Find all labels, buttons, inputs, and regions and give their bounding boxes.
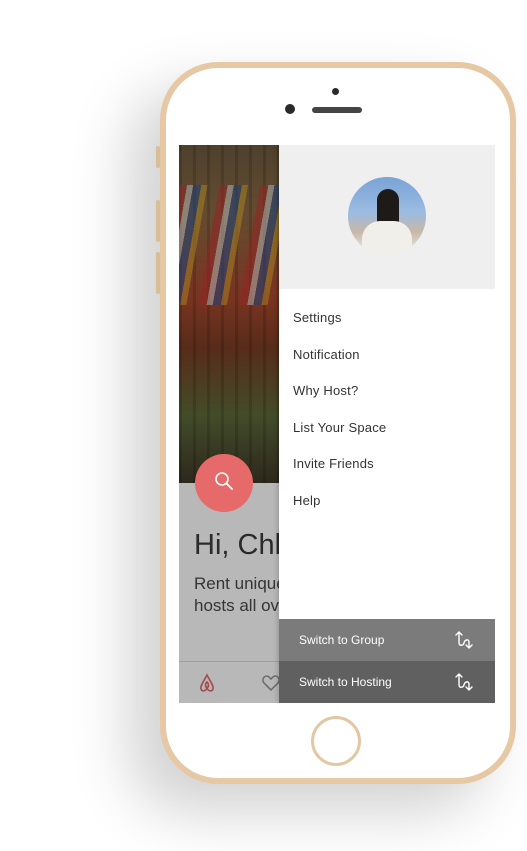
switch-to-hosting-button[interactable]: Switch to Hosting	[279, 661, 495, 703]
menu-item-notification[interactable]: Notification	[279, 340, 495, 377]
menu-item-why-host[interactable]: Why Host?	[279, 376, 495, 413]
search-icon	[211, 468, 237, 499]
screen: Hi, Chl Rent unique hosts all ove Settin…	[179, 145, 495, 703]
drawer-menu: Settings Notification Why Host? List You…	[279, 303, 495, 522]
proximity-sensor	[332, 88, 339, 95]
menu-item-settings[interactable]: Settings	[279, 303, 495, 340]
switch-arrows-icon	[453, 671, 475, 696]
avatar[interactable]	[348, 177, 426, 255]
search-button[interactable]	[195, 454, 253, 512]
menu-item-list-your-space[interactable]: List Your Space	[279, 413, 495, 450]
home-button[interactable]	[311, 716, 361, 766]
menu-item-help[interactable]: Help	[279, 486, 495, 523]
menu-item-invite-friends[interactable]: Invite Friends	[279, 449, 495, 486]
mute-switch	[156, 146, 160, 168]
dim-overlay[interactable]	[179, 145, 279, 703]
avatar-shirt	[362, 221, 412, 255]
drawer-header	[279, 145, 495, 289]
switch-to-hosting-label: Switch to Hosting	[299, 675, 392, 689]
switch-to-group-button[interactable]: Switch to Group	[279, 619, 495, 661]
volume-up-button	[156, 200, 160, 242]
earpiece-speaker	[312, 107, 362, 113]
volume-down-button	[156, 252, 160, 294]
front-camera	[285, 104, 295, 114]
switch-arrows-icon	[453, 629, 475, 654]
side-drawer: Settings Notification Why Host? List You…	[279, 145, 495, 703]
switch-to-group-label: Switch to Group	[299, 633, 385, 647]
